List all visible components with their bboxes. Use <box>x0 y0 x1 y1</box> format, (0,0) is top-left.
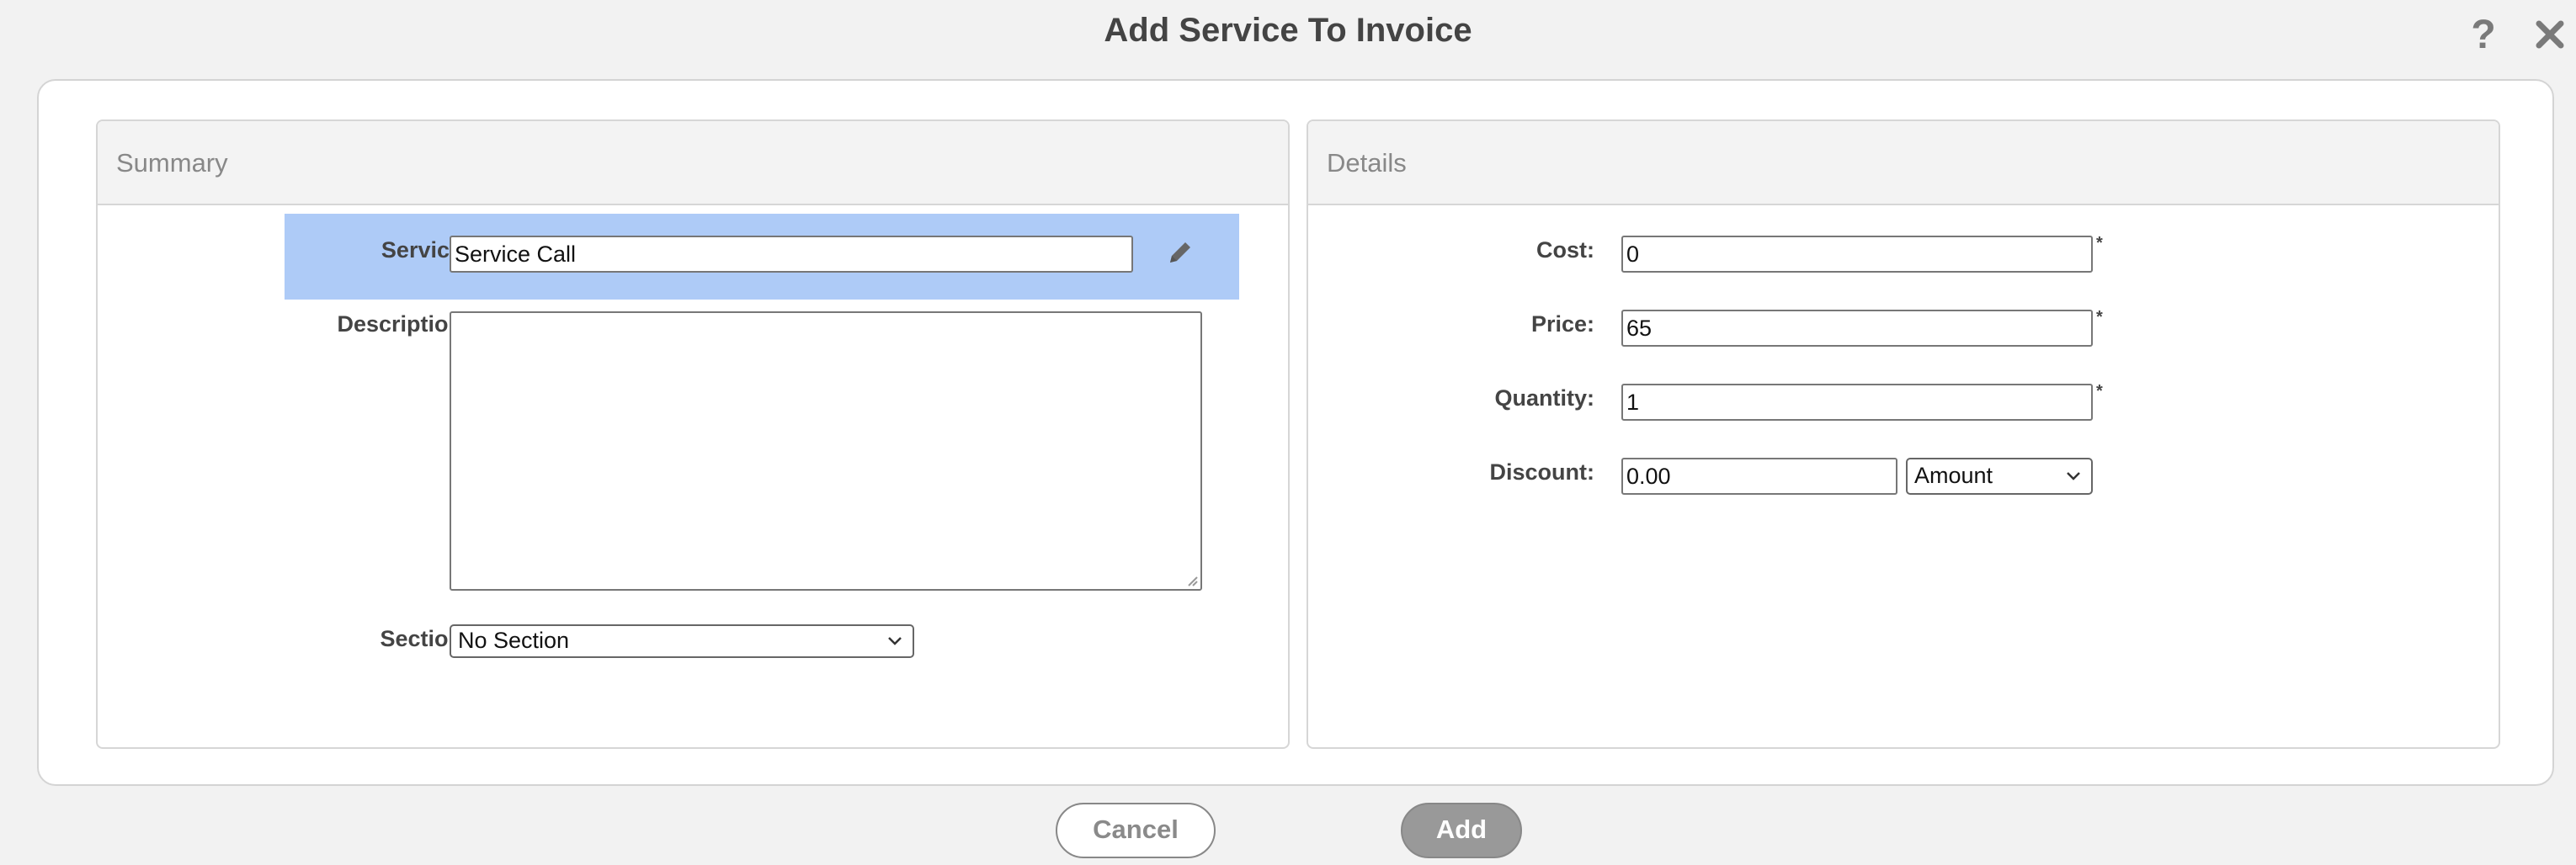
details-panel: Details Cost: * Price: * Quantity: * Dis… <box>1307 119 2500 749</box>
summary-panel-header: Summary <box>98 121 1288 205</box>
summary-panel: Summary Service: Description: Section: N… <box>96 119 1290 749</box>
cost-required-marker: * <box>2096 234 2103 252</box>
details-panel-header: Details <box>1308 121 2499 205</box>
cost-input[interactable] <box>1621 236 2093 273</box>
chevron-down-icon <box>2067 472 2080 480</box>
quantity-required-marker: * <box>2096 382 2103 401</box>
cost-label: Cost: <box>1536 237 1594 263</box>
section-select[interactable]: No Section <box>450 624 914 658</box>
close-icon[interactable] <box>2536 20 2564 49</box>
add-button[interactable]: Add <box>1401 803 1522 858</box>
help-icon[interactable]: ? <box>2468 15 2499 56</box>
cancel-button[interactable]: Cancel <box>1056 803 1216 858</box>
discount-type-select[interactable]: Amount <box>1906 458 2093 495</box>
discount-input[interactable] <box>1621 458 1897 495</box>
dialog-title: Add Service To Invoice <box>1104 12 1472 49</box>
quantity-input[interactable] <box>1621 384 2093 421</box>
section-label: Section: <box>380 626 470 651</box>
description-textarea[interactable] <box>450 311 1202 591</box>
price-required-marker: * <box>2096 308 2103 326</box>
description-label: Description: <box>337 311 470 337</box>
discount-type-value: Amount <box>1914 463 1993 488</box>
service-input[interactable] <box>450 236 1133 273</box>
dialog-body: Summary Service: Description: Section: N… <box>37 79 2554 786</box>
quantity-label: Quantity: <box>1494 385 1595 411</box>
discount-label: Discount: <box>1489 459 1595 485</box>
service-label: Service: <box>381 237 470 263</box>
price-label: Price: <box>1530 311 1594 337</box>
pencil-icon[interactable] <box>1165 237 1195 268</box>
price-input[interactable] <box>1621 310 2093 347</box>
chevron-down-icon <box>888 637 902 645</box>
section-select-value: No Section <box>458 628 570 653</box>
resize-grip-icon[interactable] <box>1187 576 1199 587</box>
